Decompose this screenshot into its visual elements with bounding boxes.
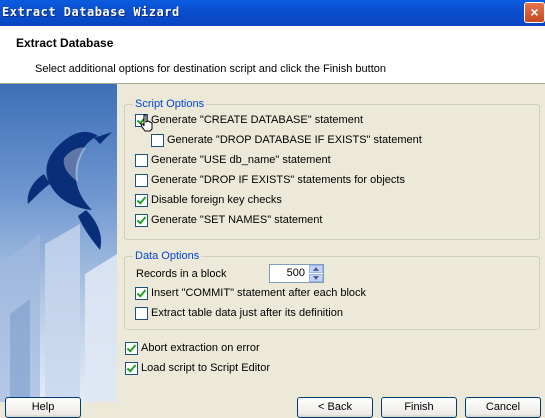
back-button[interactable]: < Back [297,397,373,418]
wizard-header: Extract Database Select additional optio… [0,26,545,84]
checkbox-label: Generate "SET NAMES" statement [151,214,323,226]
help-button[interactable]: Help [5,397,81,418]
checkbox-label: Abort extraction on error [141,342,260,354]
checkbox-label: Disable foreign key checks [151,194,282,206]
close-button[interactable]: × [524,2,545,23]
script-options-label: Script Options [133,98,207,111]
records-in-block-label: Records in a block [136,268,227,280]
checkbox-label: Generate "DROP IF EXISTS" statements for… [151,174,405,186]
spin-up-arrow-icon[interactable] [309,265,323,273]
window-title: Extract Database Wizard [2,5,180,19]
records-value: 500 [286,267,305,279]
checkbox-box[interactable] [125,362,138,375]
records-in-block-spinner[interactable]: 500 [269,264,324,283]
data-options-label: Data Options [133,250,202,263]
checkbox-box[interactable] [135,194,148,207]
checkbox-label: Generate "DROP DATABASE IF EXISTS" state… [167,134,422,146]
checkbox-box[interactable] [125,342,138,355]
checkbox-label: Extract table data just after its defini… [151,307,343,319]
spin-down-arrow-icon[interactable] [309,274,323,282]
hand-cursor-icon [140,114,153,132]
page-subtitle: Select additional options for destinatio… [35,63,386,75]
close-icon: × [530,4,539,20]
checkbox-box[interactable] [135,174,148,187]
checkbox-label: Generate "CREATE DATABASE" statement [151,114,363,126]
checkbox-box[interactable] [135,287,148,300]
checkbox-label: Insert "COMMIT" statement after each blo… [151,287,367,299]
checkbox-box[interactable] [151,134,164,147]
wizard-side-image [0,84,117,402]
checkbox-box[interactable] [135,154,148,167]
finish-button[interactable]: Finish [381,397,457,418]
checkbox-label: Generate "USE db_name" statement [151,154,331,166]
checkbox-label: Load script to Script Editor [141,362,271,374]
checkbox-box[interactable] [135,307,148,320]
cancel-button[interactable]: Cancel [465,397,541,418]
title-bar: Extract Database Wizard × [0,0,545,26]
page-title: Extract Database [16,36,114,50]
checkbox-box[interactable] [135,214,148,227]
dolphin-logo-icon [0,131,117,402]
